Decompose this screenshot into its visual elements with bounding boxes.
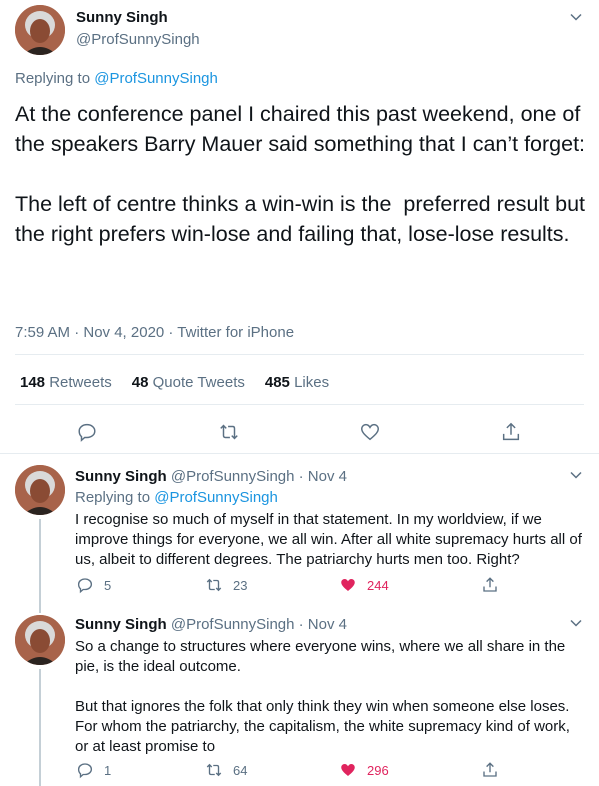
chevron-down-icon[interactable] bbox=[568, 9, 584, 25]
author-handle-date[interactable]: @ProfSunnySingh · Nov 4 bbox=[171, 468, 347, 485]
like-icon bbox=[341, 579, 355, 591]
divider bbox=[15, 404, 584, 405]
replying-to-handle-link[interactable]: @ProfSunnySingh bbox=[94, 70, 218, 87]
author-name[interactable]: Sunny Singh bbox=[75, 468, 167, 485]
like-count: 244 bbox=[367, 577, 389, 593]
reply-text: I recognise so much of myself in that st… bbox=[75, 511, 587, 568]
share-icon bbox=[483, 577, 497, 592]
share-icon bbox=[483, 762, 497, 777]
reply-header: Sunny Singh @ProfSunnySingh · Nov 4 bbox=[75, 468, 347, 485]
retweets-label: Retweets bbox=[49, 374, 112, 391]
reply-text: So a change to structures where everyone… bbox=[75, 638, 570, 755]
replying-to-handle-link[interactable]: @ProfSunnySingh bbox=[154, 489, 278, 506]
author-handle[interactable]: @ProfSunnySingh bbox=[76, 31, 200, 48]
share-action[interactable] bbox=[481, 761, 499, 779]
reply-icon[interactable] bbox=[76, 421, 98, 443]
retweet-count: 64 bbox=[233, 762, 248, 778]
reply-tweet[interactable]: Sunny Singh @ProfSunnySingh · Nov 4 So a… bbox=[0, 605, 599, 786]
like-icon[interactable] bbox=[359, 421, 381, 443]
divider bbox=[15, 354, 584, 355]
likes-label: Likes bbox=[294, 374, 330, 391]
avatar[interactable] bbox=[15, 615, 65, 665]
replying-to: Replying to @ProfSunnySingh bbox=[15, 70, 218, 87]
likes-count: 485 bbox=[264, 374, 290, 391]
like-action[interactable]: 296 bbox=[339, 761, 389, 779]
thread-line bbox=[39, 669, 41, 786]
retweets-stat[interactable]: 148 Retweets bbox=[20, 374, 112, 391]
reply-header: Sunny Singh @ProfSunnySingh · Nov 4 bbox=[75, 616, 347, 633]
like-icon bbox=[341, 764, 355, 776]
author-name[interactable]: Sunny Singh bbox=[76, 9, 168, 26]
author-handle-date[interactable]: @ProfSunnySingh · Nov 4 bbox=[171, 616, 347, 633]
reply-action[interactable]: 5 bbox=[76, 576, 111, 594]
chevron-down-icon[interactable] bbox=[568, 467, 584, 483]
retweet-action[interactable]: 64 bbox=[205, 761, 247, 779]
share-action[interactable] bbox=[481, 576, 499, 594]
thread-line bbox=[39, 519, 41, 605]
reply-count: 1 bbox=[104, 762, 112, 778]
quote-tweets-stat[interactable]: 48 Quote Tweets bbox=[132, 374, 245, 391]
retweet-icon bbox=[206, 578, 222, 592]
tweet-timestamp[interactable]: 7:59 AM · Nov 4, 2020 · Twitter for iPho… bbox=[15, 324, 294, 341]
replying-to-label: Replying to bbox=[75, 489, 155, 506]
reply-icon bbox=[77, 763, 93, 779]
replying-to-label: Replying to bbox=[15, 70, 95, 87]
quote-tweets-label: Quote Tweets bbox=[152, 374, 245, 391]
retweet-icon bbox=[206, 763, 222, 777]
retweet-icon[interactable] bbox=[218, 421, 240, 443]
engagement-stats: 148 Retweets 48 Quote Tweets 485 Likes bbox=[20, 374, 329, 391]
quote-tweets-count: 48 bbox=[131, 374, 149, 391]
reply-icon bbox=[77, 578, 93, 594]
like-action[interactable]: 244 bbox=[339, 576, 389, 594]
like-count: 296 bbox=[367, 762, 389, 778]
thread-line bbox=[39, 605, 41, 613]
author-name[interactable]: Sunny Singh bbox=[75, 616, 167, 633]
avatar[interactable] bbox=[15, 5, 65, 55]
main-tweet: Sunny Singh @ProfSunnySingh Replying to … bbox=[0, 0, 599, 454]
reply-tweet[interactable]: Sunny Singh @ProfSunnySingh · Nov 4 Repl… bbox=[0, 455, 599, 605]
chevron-down-icon[interactable] bbox=[568, 615, 584, 631]
retweets-count: 148 bbox=[20, 374, 46, 391]
tweet-text: At the conference panel I chaired this p… bbox=[15, 102, 586, 246]
replying-to: Replying to @ProfSunnySingh bbox=[75, 489, 278, 506]
retweet-action[interactable]: 23 bbox=[205, 576, 247, 594]
retweet-count: 23 bbox=[233, 577, 248, 593]
avatar[interactable] bbox=[15, 465, 65, 515]
likes-stat[interactable]: 485 Likes bbox=[265, 374, 329, 391]
reply-count: 5 bbox=[104, 577, 112, 593]
share-icon[interactable] bbox=[500, 421, 522, 443]
reply-action[interactable]: 1 bbox=[76, 761, 111, 779]
